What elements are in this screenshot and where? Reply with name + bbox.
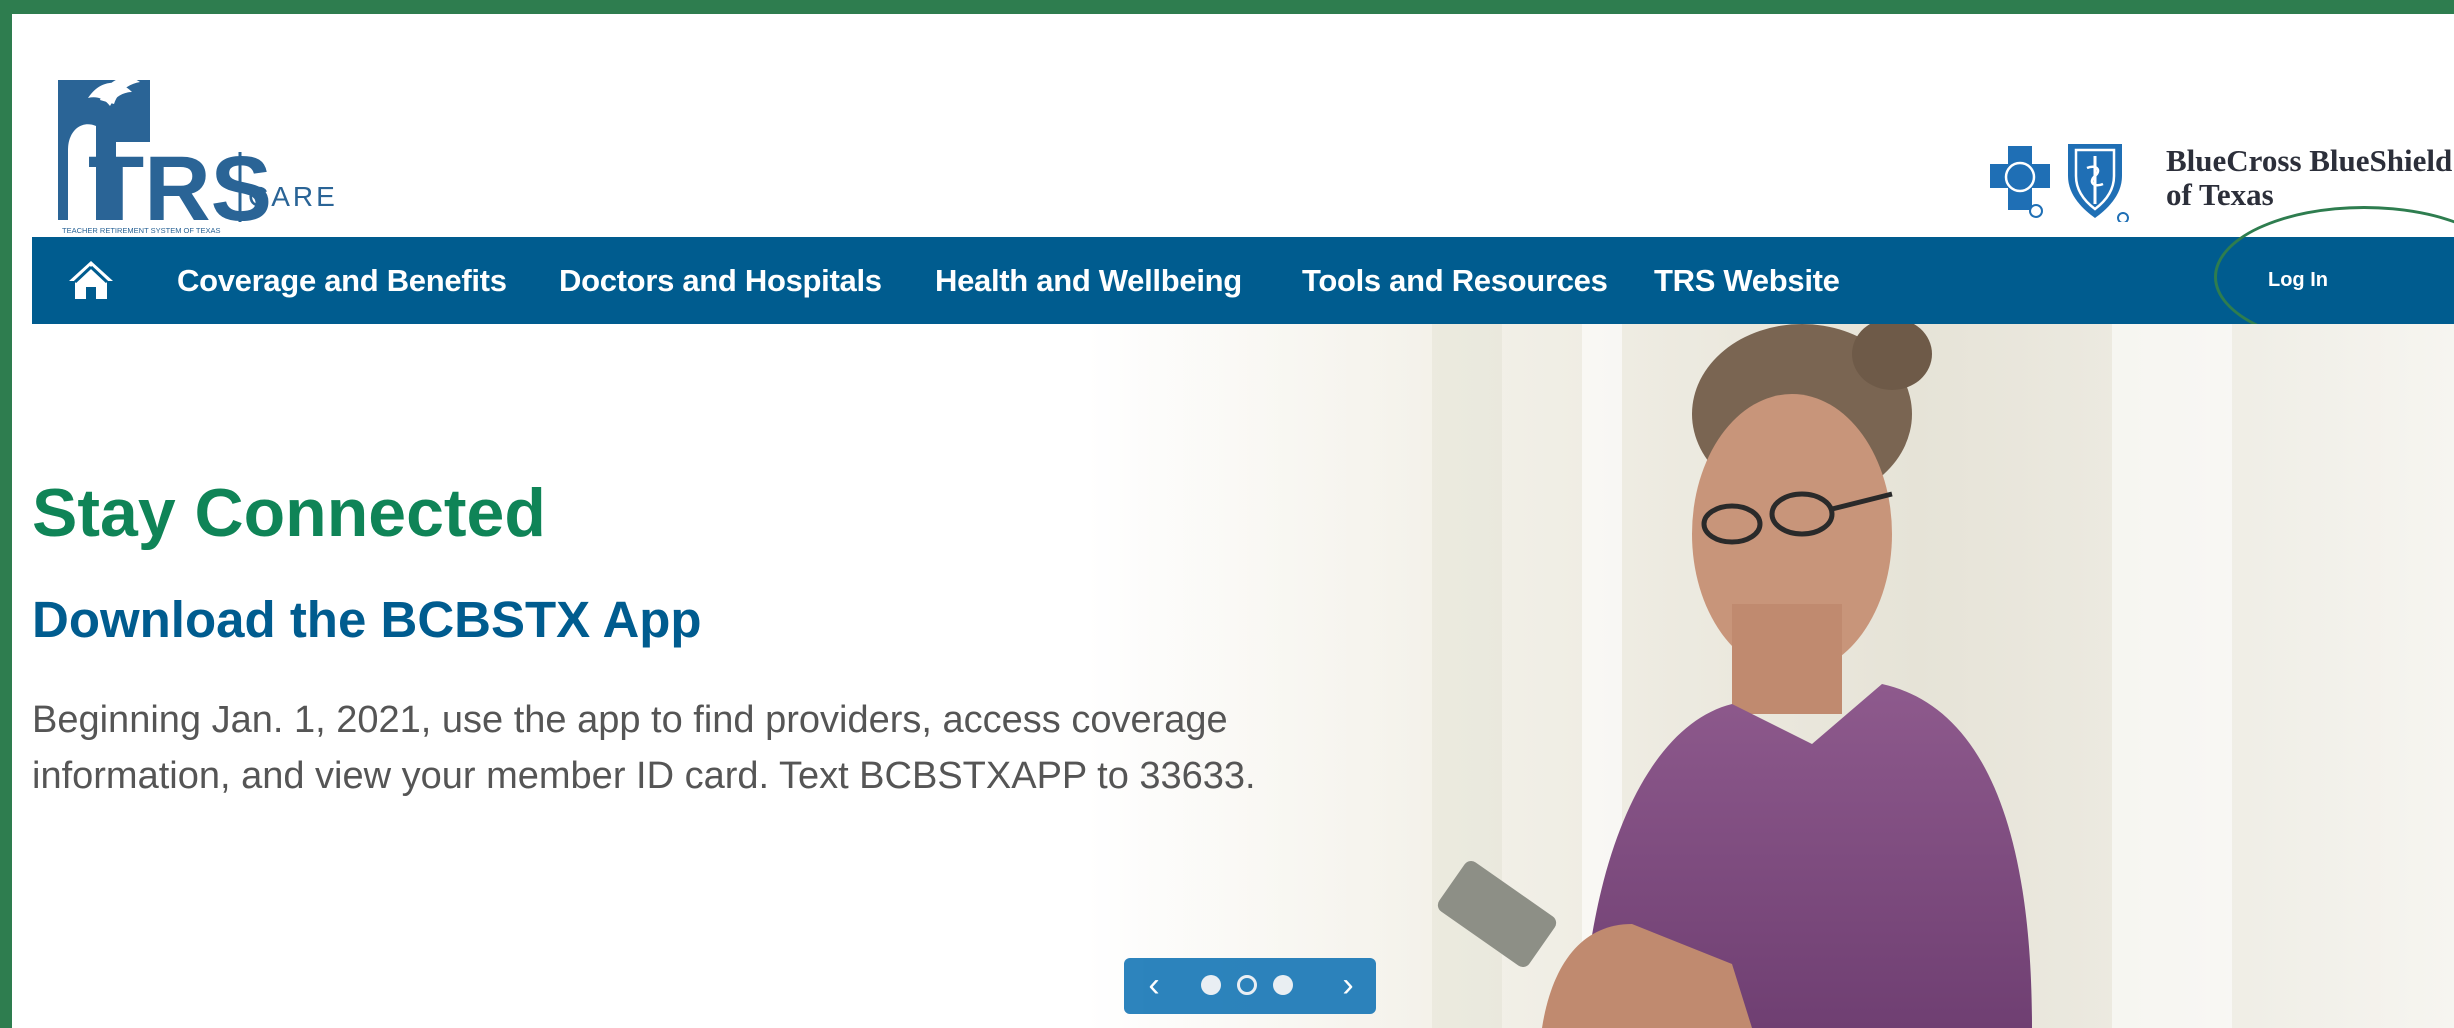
main-nav: Coverage and Benefits Doctors and Hospit…: [32, 237, 2454, 324]
carousel-dot-1[interactable]: [1201, 975, 1221, 995]
carousel-controls: ‹ ›: [1124, 958, 1376, 1014]
home-icon: [69, 261, 113, 299]
carousel-dot-3[interactable]: [1273, 975, 1293, 995]
hero-body-text: Beginning Jan. 1, 2021, use the app to f…: [32, 699, 1256, 797]
carousel-next-button[interactable]: ›: [1330, 966, 1366, 1006]
nav-home[interactable]: [66, 257, 116, 303]
login-button[interactable]: Log In: [2218, 237, 2378, 324]
trs-care-logo[interactable]: TRS CARE TEACHER RETIREMENT SYSTEM OF TE…: [48, 70, 338, 240]
hero-woman-using-phone-image: [1112, 324, 2454, 1028]
bcbs-texas-logo[interactable]: BlueCross BlueShield of Texas: [1986, 138, 2454, 228]
carousel-prev-button[interactable]: ‹: [1136, 966, 1172, 1006]
hero-banner: Stay Connected Download the BCBSTX App B…: [12, 324, 2454, 1028]
care-wordmark: CARE: [248, 181, 338, 212]
trs-wordmark: TRS: [88, 138, 272, 236]
bcbs-logo-text: BlueCross BlueShield of Texas: [2166, 144, 2452, 212]
bcbs-logo-line2: of Texas: [2166, 177, 2274, 212]
trs-apple-logo-graphic: TRS CARE TEACHER RETIREMENT SYSTEM OF TE…: [58, 77, 338, 240]
trs-tagline: TEACHER RETIREMENT SYSTEM OF TEXAS: [62, 226, 221, 235]
nav-item-coverage-and-benefits[interactable]: Coverage and Benefits: [177, 237, 507, 324]
nav-item-doctors-and-hospitals[interactable]: Doctors and Hospitals: [559, 237, 882, 324]
bcbs-logo-line1: BlueCross BlueShield: [2166, 143, 2453, 178]
nav-item-health-and-wellbeing[interactable]: Health and Wellbeing: [935, 237, 1242, 324]
nav-item-tools-and-resources[interactable]: Tools and Resources: [1302, 237, 1608, 324]
carousel-dot-2-active[interactable]: [1237, 975, 1257, 995]
nav-item-trs-website[interactable]: TRS Website: [1654, 237, 1840, 324]
hero-subtitle: Download the BCBSTX App: [32, 591, 702, 648]
bcbs-cross-shield-icon: [1990, 144, 2129, 224]
page: TRS CARE TEACHER RETIREMENT SYSTEM OF TE…: [12, 14, 2454, 1028]
hero-title: Stay Connected: [32, 475, 546, 551]
